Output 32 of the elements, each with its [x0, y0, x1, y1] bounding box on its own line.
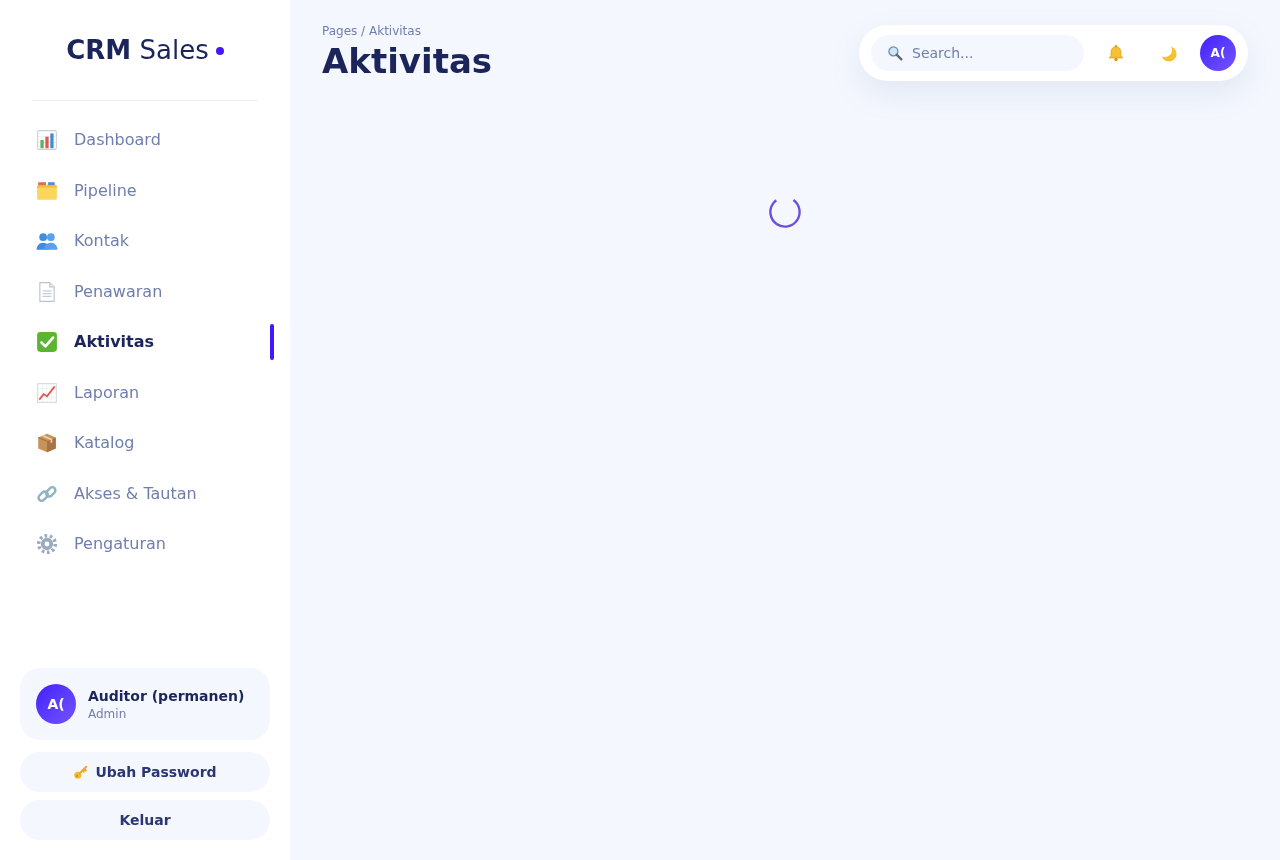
gear-icon — [36, 533, 58, 556]
search-field[interactable]: Search... — [871, 35, 1084, 71]
breadcrumb: Pages / Aktivitas — [322, 23, 422, 39]
moon-icon[interactable] — [1159, 44, 1177, 62]
nav-item[interactable]: Pipeline — [20, 165, 274, 216]
people-icon — [36, 230, 58, 253]
bar-chart-icon — [36, 129, 58, 152]
nav-item[interactable]: Aktivitas — [20, 317, 274, 368]
logout-button[interactable]: Keluar — [20, 800, 270, 840]
page-title: Aktivitas — [322, 41, 493, 81]
nav-item[interactable]: Laporan — [20, 367, 274, 418]
nav-item[interactable]: Katalog — [20, 418, 274, 469]
nav-item[interactable]: Penawaran — [20, 266, 274, 317]
change-password-button[interactable]: Ubah Password — [20, 752, 270, 792]
profile-avatar[interactable]: A( — [1200, 35, 1236, 71]
search-icon — [887, 45, 903, 61]
nav-item[interactable]: Pengaturan — [20, 519, 274, 570]
user-name: Auditor (permanen) — [88, 687, 245, 706]
active-indicator — [270, 324, 274, 361]
brand-logo: CRM Sales — [66, 34, 209, 66]
check-icon — [36, 331, 58, 354]
document-icon — [36, 280, 58, 303]
notification-bell-icon[interactable] — [1107, 44, 1125, 62]
nav-item[interactable]: Akses & Tautan — [20, 468, 274, 519]
user-role: Admin — [88, 706, 128, 722]
box-icon — [36, 432, 58, 455]
nav-item[interactable]: Dashboard — [20, 115, 274, 166]
key-icon — [73, 764, 90, 780]
nav-item[interactable]: Kontak — [20, 216, 274, 267]
folder-icon — [36, 179, 58, 202]
line-chart-icon — [36, 381, 58, 404]
user-avatar: A( — [36, 684, 76, 724]
